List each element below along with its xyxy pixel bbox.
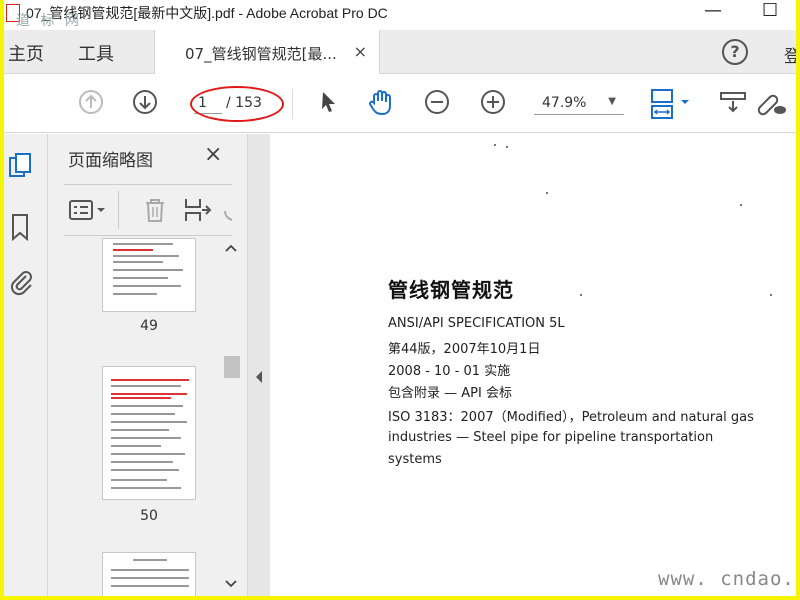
document-line: industries — Steel pipe for pipeline tra… (388, 430, 714, 445)
thumbnail-page[interactable] (102, 552, 196, 596)
document-tab[interactable]: 07_管线钢管规范[最... × (154, 30, 380, 74)
toolbar-divider (292, 89, 293, 119)
delete-page-icon[interactable] (140, 195, 170, 225)
menu-tools[interactable]: 工具 (78, 40, 114, 66)
document-line: ANSI/API SPECIFICATION 5L (388, 316, 565, 331)
select-cursor-icon[interactable] (314, 87, 344, 117)
menu-bar: 主页 工具 07_管线钢管规范[最... × ? 登 (4, 30, 796, 74)
document-line: ISO 3183：2007（Modified），Petroleum and na… (388, 410, 754, 425)
read-mode-icon[interactable] (718, 87, 748, 117)
hand-tool-icon[interactable] (366, 87, 396, 117)
highlight-circle (190, 86, 284, 122)
acrobat-window: 07_管线钢管规范[最新中文版].pdf - Adobe Acrobat Pro… (4, 0, 796, 596)
document-line: 第44版，2007年10月1日 (388, 342, 541, 357)
main-toolbar: 1 / 153 47.9% ▼ (4, 75, 796, 133)
page-display-icon[interactable] (648, 87, 694, 119)
scroll-up-icon[interactable] (224, 242, 238, 256)
panel-toolbar (64, 184, 232, 236)
thumbnail-list: 49 50 (64, 238, 224, 596)
document-heading: 管线钢管规范 (388, 278, 514, 302)
close-tab-icon[interactable]: × (354, 42, 367, 61)
zoom-in-icon[interactable] (478, 87, 508, 117)
thumbnail-scrollbar[interactable] (222, 238, 240, 596)
attachments-icon[interactable] (8, 268, 34, 298)
scroll-down-icon[interactable] (224, 578, 238, 592)
share-link-icon[interactable] (754, 87, 786, 117)
scrollbar-thumb[interactable] (224, 356, 240, 378)
watermark-top-left: 道 标 网 (16, 13, 82, 29)
title-bar: 07_管线钢管规范[最新中文版].pdf - Adobe Acrobat Pro… (4, 0, 796, 26)
next-page-icon[interactable] (130, 87, 160, 117)
collapse-left-icon[interactable] (254, 370, 264, 387)
rotate-page-icon[interactable] (222, 199, 232, 223)
bookmarks-icon[interactable] (8, 212, 34, 242)
zoom-level-value: 47.9% (542, 95, 587, 111)
document-line: 包含附录 — API 会标 (388, 386, 512, 401)
thumbnail-label: 50 (140, 508, 158, 524)
close-panel-icon[interactable]: × (204, 142, 222, 167)
minimize-button[interactable]: — (704, 2, 722, 20)
document-tab-label: 07_管线钢管规范[最... (185, 45, 337, 63)
menu-home[interactable]: 主页 (8, 40, 44, 66)
maximize-button[interactable]: ☐ (762, 2, 778, 20)
zoom-out-icon[interactable] (422, 87, 452, 117)
chevron-down-icon: ▼ (608, 96, 616, 107)
previous-page-icon[interactable] (76, 87, 106, 117)
panel-collapse-strip[interactable] (248, 134, 270, 596)
page-thumbnails-panel: 页面缩略图 × 49 50 (48, 134, 248, 596)
watermark-bottom-right: www. cndao. com (658, 568, 795, 596)
document-line: 2008 - 10 - 01 实施 (388, 364, 511, 379)
insert-page-icon[interactable] (182, 195, 212, 225)
document-view[interactable]: 管线钢管规范 ANSI/API SPECIFICATION 5L 第44版，20… (270, 134, 796, 596)
navigation-rail (4, 134, 48, 596)
help-icon[interactable]: ? (722, 39, 748, 65)
panel-title: 页面缩略图 (68, 151, 153, 171)
zoom-level-dropdown[interactable]: 47.9% ▼ (534, 93, 624, 115)
document-line: systems (388, 452, 442, 467)
thumbnail-options-icon[interactable] (68, 197, 108, 225)
thumbnail-page[interactable] (102, 366, 196, 500)
page-thumbnails-icon[interactable] (8, 152, 34, 182)
thumbnail-page[interactable] (102, 238, 196, 312)
thumbnail-label: 49 (140, 318, 158, 334)
sign-in-link[interactable]: 登 (784, 42, 796, 67)
panel-toolbar-divider (118, 191, 119, 229)
